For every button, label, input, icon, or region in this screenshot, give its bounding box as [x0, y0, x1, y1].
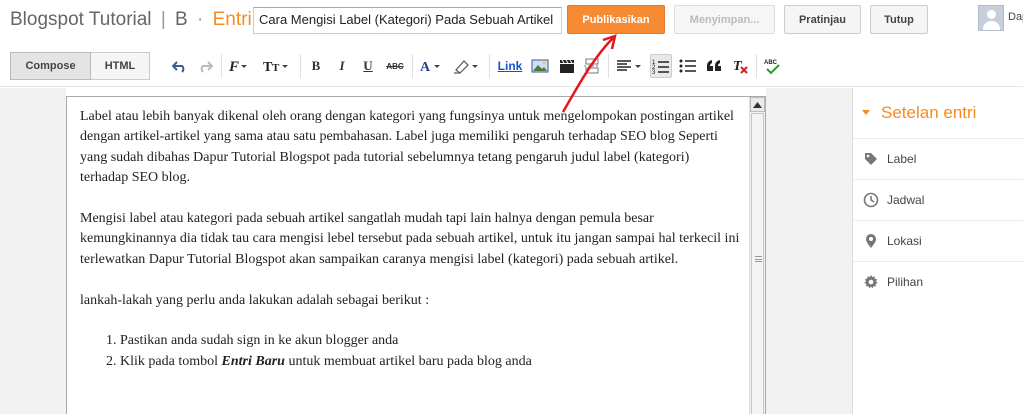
editor-left-gutter	[0, 88, 66, 414]
sidebar-item-options[interactable]: Pilihan	[853, 261, 1023, 302]
svg-text:F: F	[228, 59, 239, 74]
image-icon[interactable]	[530, 56, 550, 76]
align-icon[interactable]	[615, 56, 645, 76]
text-color-icon[interactable]: A	[418, 56, 446, 76]
avatar[interactable]	[978, 5, 1004, 31]
post-settings-sidebar: Setelan entri Label Jadwal Lokasi Piliha…	[852, 88, 1023, 414]
list-item-text: Klik pada tombol	[120, 353, 222, 369]
font-size-icon[interactable]: TT	[262, 56, 294, 76]
post-settings-header[interactable]: Setelan entri	[853, 88, 1023, 137]
link-button[interactable]: Link	[496, 56, 524, 76]
title-dot: ·	[197, 9, 204, 30]
mode-tabs: Compose HTML	[10, 52, 150, 80]
top-bar: Blogspot Tutorial | B · Entri Cara Mengi…	[0, 0, 1023, 44]
gear-icon	[863, 274, 879, 290]
user-name[interactable]: Dap	[1008, 11, 1023, 23]
compose-tab[interactable]: Compose	[10, 52, 91, 80]
title-separator: |	[160, 9, 166, 30]
spellcheck-icon[interactable]: ABC	[762, 56, 782, 76]
editor-scrollbar[interactable]	[749, 97, 765, 414]
toolbar-divider	[221, 54, 222, 78]
undo-icon[interactable]	[171, 56, 189, 76]
sidebar-item-text: Label	[887, 152, 917, 166]
close-button[interactable]: Tutup	[870, 5, 928, 34]
highlight-icon[interactable]	[452, 56, 484, 76]
quote-icon[interactable]	[704, 56, 724, 76]
post-settings-title: Setelan entri	[881, 102, 977, 122]
italic-button[interactable]: I	[334, 56, 350, 76]
blogger-post-editor: Blogspot Tutorial | B · Entri Cara Mengi…	[0, 0, 1023, 414]
preview-button[interactable]: Pratinjau	[784, 5, 861, 34]
svg-text:3: 3	[652, 70, 656, 74]
blogger-letter[interactable]: B	[175, 9, 188, 30]
post-paragraph: Mengisi label atau kategori pada sebuah …	[80, 211, 740, 267]
scrollbar-thumb[interactable]	[751, 113, 764, 414]
clear-formatting-icon[interactable]: T	[730, 56, 750, 76]
video-clapper-icon[interactable]	[557, 56, 577, 76]
svg-text:T: T	[272, 62, 280, 74]
underline-button[interactable]: U	[360, 56, 376, 76]
scrollbar-grip-icon	[755, 256, 762, 262]
redo-icon[interactable]	[196, 56, 214, 76]
toolbar-divider	[489, 54, 490, 78]
editor-right-gutter	[766, 88, 852, 414]
publish-button[interactable]: Publikasikan	[567, 5, 665, 34]
steps-list: Pastikan anda sudah sign in ke akun blog…	[120, 331, 740, 372]
jump-break-icon[interactable]	[582, 56, 602, 76]
post-body-content[interactable]: Label atau lebih banyak dikenal oleh ora…	[80, 107, 740, 372]
font-family-icon[interactable]: F	[228, 56, 254, 76]
post-paragraph: lankah-lakah yang perlu anda lakukan ada…	[80, 292, 430, 308]
numbered-list-icon[interactable]: 123	[650, 54, 672, 78]
scroll-up-arrow-icon[interactable]	[750, 97, 765, 112]
list-item: Pastikan anda sudah sign in ke akun blog…	[120, 331, 740, 351]
post-paragraph: Label atau lebih banyak dikenal oleh ora…	[80, 109, 734, 186]
list-item: Klik pada tombol Entri Baru untuk membua…	[120, 352, 740, 372]
editor-toolbar: Compose HTML F TT B I U ABC A Link 1 2 3…	[0, 44, 1023, 87]
avatar-body-icon	[983, 21, 1000, 30]
toolbar-divider	[608, 54, 609, 78]
html-tab[interactable]: HTML	[91, 52, 150, 80]
list-item-emphasis: Entri Baru	[221, 353, 285, 369]
toolbar-divider	[300, 54, 301, 78]
post-title-input[interactable]: Cara Mengisi Label (Kategori) Pada Sebua…	[253, 7, 562, 34]
clock-icon	[863, 192, 879, 208]
tag-icon	[863, 151, 879, 167]
sidebar-item-text: Jadwal	[887, 193, 925, 207]
sidebar-item-text: Lokasi	[887, 234, 922, 248]
bullet-list-icon[interactable]	[678, 56, 698, 76]
location-pin-icon	[863, 233, 879, 249]
svg-text:A: A	[420, 60, 431, 74]
caret-down-icon	[862, 110, 870, 115]
post-body-editor[interactable]: Label atau lebih banyak dikenal oleh ora…	[66, 96, 766, 414]
toolbar-divider	[412, 54, 413, 78]
sidebar-item-location[interactable]: Lokasi	[853, 220, 1023, 261]
bold-button[interactable]: B	[308, 56, 324, 76]
sidebar-item-label[interactable]: Label	[853, 138, 1023, 179]
list-item-text: untuk membuat artikel baru pada blog and…	[284, 353, 532, 369]
avatar-head-icon	[987, 10, 996, 19]
app-title: Blogspot Tutorial | B · Entri	[10, 9, 252, 31]
saving-button[interactable]: Menyimpan...	[674, 5, 775, 34]
spellcheck-label: ABC	[764, 60, 778, 66]
blog-name[interactable]: Blogspot Tutorial	[10, 9, 152, 30]
toolbar-divider	[756, 54, 757, 78]
sidebar-item-text: Pilihan	[887, 275, 924, 289]
section-name: Entri	[212, 9, 252, 30]
sidebar-item-schedule[interactable]: Jadwal	[853, 179, 1023, 220]
strikethrough-button[interactable]: ABC	[384, 56, 406, 76]
